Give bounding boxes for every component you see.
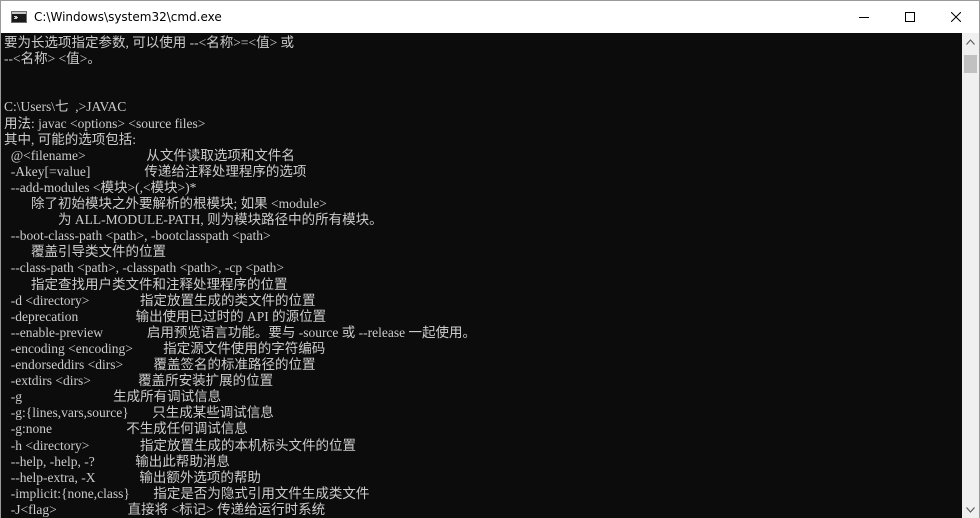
minimize-icon [859,17,869,18]
close-button[interactable] [933,1,979,33]
window-controls [841,1,979,33]
console-line: 要为长选项指定参数, 可以使用 --<名称>=<值> 或 [4,35,295,50]
console-app-icon[interactable] [11,11,27,23]
title-bar[interactable]: C:\Windows\system32\cmd.exe [1,1,979,33]
console-line: --add-modules <模块>(,<模块>)* [4,179,197,195]
console-line: 为 ALL-MODULE-PATH, 则为模块路径中的所有模块。 [4,212,383,228]
scrollbar-thumb[interactable] [964,55,977,73]
console-line: 指定查找用户类文件和注释处理程序的位置 [4,276,288,292]
console-line: -endorseddirs <dirs> 覆盖签名的标准路径的位置 [4,357,316,372]
cmd-window: C:\Windows\system32\cmd.exe 要为长选项指定参数, 可… [0,0,980,518]
scroll-up-button[interactable] [962,33,979,50]
minimize-button[interactable] [841,1,887,33]
console-line: --help, -help, -? 输出此帮助消息 [4,453,230,469]
maximize-button[interactable] [887,1,933,33]
scroll-down-button[interactable] [962,501,979,518]
console-line: -J<flag> 直接将 <标记> 传递给运行时系统 [4,501,326,517]
console-line: -encoding <encoding> 指定源文件使用的字符编码 [4,340,326,356]
window-title: C:\Windows\system32\cmd.exe [34,10,222,24]
console-line: -Akey[=value] 传递给注释处理程序的选项 [4,163,307,179]
console-line: @<filename> 从文件读取选项和文件名 [4,147,295,163]
scroll-down-arrow-icon [966,506,975,513]
console-line: -deprecation 输出使用已过时的 API 的源位置 [4,308,327,324]
console-line: 其中, 可能的选项包括: [4,131,137,147]
console-line: 覆盖引导类文件的位置 [4,244,166,260]
console-line: 用法: javac <options> <source files> [4,115,206,131]
console-line: -implicit:{none,class} 指定是否为隐式引用文件生成类文件 [4,485,370,501]
maximize-icon [905,12,915,22]
vertical-scrollbar[interactable] [962,33,979,518]
console-line: --boot-class-path <path>, -bootclasspath… [4,228,271,244]
console-line: --<名称> <值>。 [4,51,101,67]
console-line: -h <directory> 指定放置生成的本机标头文件的位置 [4,437,356,453]
console-line: C:\Users\七 ,>JAVAC [4,99,127,115]
console-line: 除了初始模块之外要解析的根模块; 如果 <module> [4,196,327,211]
console-line: --help-extra, -X 输出额外选项的帮助 [4,469,261,485]
console-line: -g 生成所有调试信息 [4,389,222,405]
scroll-up-arrow-icon [966,38,975,45]
console-line: -extdirs <dirs> 覆盖所安装扩展的位置 [4,373,274,389]
console-line: -d <directory> 指定放置生成的类文件的位置 [4,292,316,308]
console-line: --class-path <path>, -classpath <path>, … [4,260,284,276]
console-line: --enable-preview 启用预览语言功能。要与 -source 或 -… [4,324,477,340]
console-line: -g:{lines,vars,source} 只生成某些调试信息 [4,405,274,421]
console-output[interactable]: 要为长选项指定参数, 可以使用 --<名称>=<值> 或 --<名称> <值>。 C… [1,33,962,518]
close-icon [951,12,961,22]
console-line: -g:none 不生成任何调试信息 [4,421,248,437]
